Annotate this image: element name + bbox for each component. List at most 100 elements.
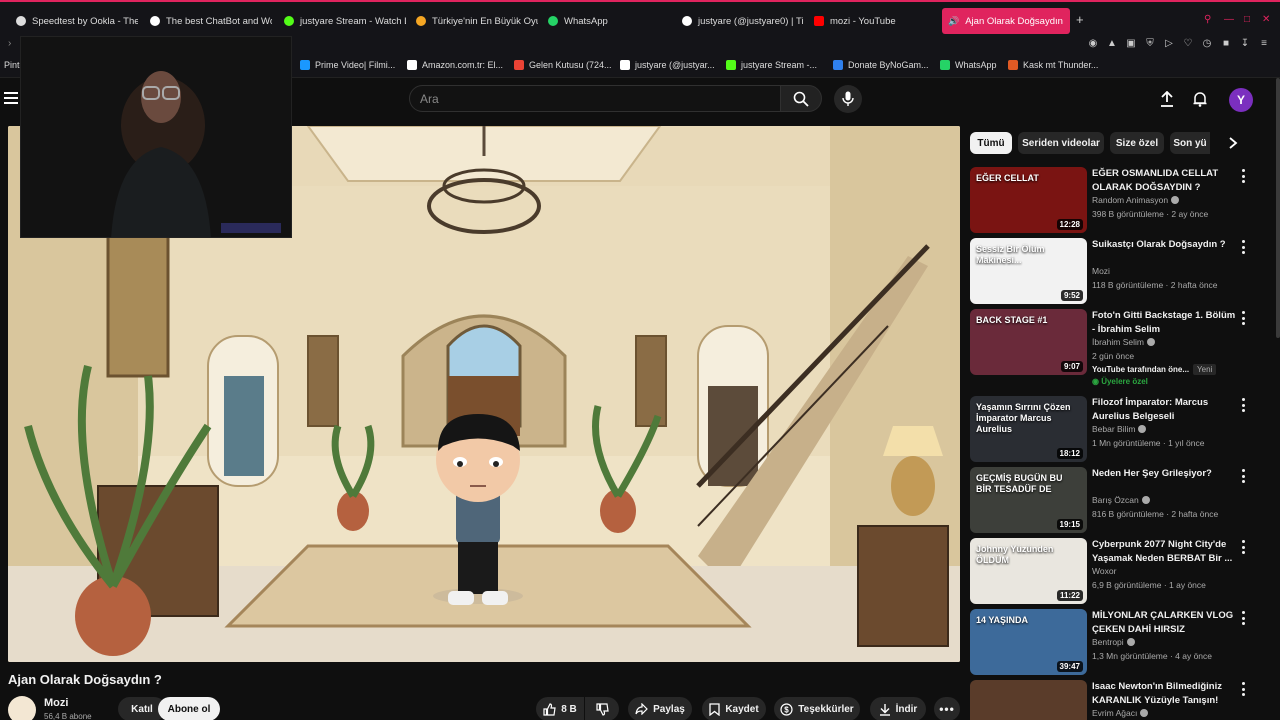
channel-name-row[interactable]: Random Animasyon <box>1092 195 1180 205</box>
more-vertical-icon[interactable] <box>1240 611 1246 625</box>
video-title[interactable]: Isaac Newton'ın Bilmediğiniz KARANLIK Yü… <box>1092 680 1240 708</box>
minimize-icon[interactable]: — <box>1224 14 1234 25</box>
tab-chatbot[interactable]: The best ChatBot and Wo <box>144 8 272 34</box>
tab-whatsapp[interactable]: WhatsApp <box>542 8 670 34</box>
recommendation-item[interactable]: BACK STAGE #1 9:07 Foto'n Gitti Backstage … <box>970 309 1260 386</box>
account-avatar[interactable]: Y <box>1229 88 1253 112</box>
dislike-button[interactable] <box>585 697 619 720</box>
shield-icon[interactable]: ⛨ <box>1144 38 1156 50</box>
video-title[interactable]: MİLYONLAR ÇALARKEN VLOG ÇEKEN DAHİ HIRSI… <box>1092 609 1240 637</box>
chip-series[interactable]: Seriden videolar <box>1018 132 1104 154</box>
video-title[interactable]: EĞER OSMANLIDA CELLAT OLARAK DOĞSAYDIN ? <box>1092 167 1240 195</box>
more-vertical-icon[interactable] <box>1240 240 1246 254</box>
pin-icon[interactable]: ▲ <box>1106 38 1118 50</box>
video-duration: 19:15 <box>1056 519 1083 530</box>
new-tab-button[interactable]: + <box>1076 12 1084 27</box>
tab-turkish-site[interactable]: Türkiye'nin En Büyük Oyu <box>410 8 538 34</box>
lock-icon[interactable]: ■ <box>1220 38 1232 50</box>
video-thumbnail[interactable]: Yaşamın Sırrını Çözen İmparator Marcus A… <box>970 396 1087 462</box>
upload-button[interactable] <box>1158 90 1176 108</box>
screenshot-icon[interactable]: ▣ <box>1125 38 1137 50</box>
back-icon[interactable]: › <box>8 38 11 49</box>
more-vertical-icon[interactable] <box>1240 540 1246 554</box>
vpn-icon[interactable]: ◉ <box>1087 38 1099 50</box>
video-title[interactable]: Foto'n Gitti Backstage 1. Bölüm - İbrahi… <box>1092 309 1240 337</box>
recommendation-item[interactable]: 14 YAŞINDA 39:47 MİLYONLAR ÇALARKEN VLOG Ç… <box>970 609 1260 675</box>
thanks-button[interactable]: $ Teşekkürler <box>774 697 860 720</box>
thumbnail-text: EĞER CELLAT <box>976 173 1039 183</box>
channel-name[interactable]: Mozi <box>44 697 68 709</box>
video-title[interactable]: Neden Her Şey Grileşiyor? <box>1092 467 1240 481</box>
bookmark-donate[interactable]: Donate ByNoGam... <box>833 60 929 70</box>
channel-name-row[interactable]: Evrim Ağacı <box>1092 708 1149 718</box>
more-actions-button[interactable]: ••• <box>934 697 960 720</box>
thumbnail-text: Yaşamın Sırrını Çözen İmparator Marcus A… <box>976 402 1071 434</box>
search-tabs-icon[interactable]: ⚲ <box>1204 14 1211 25</box>
close-icon[interactable]: ✕ <box>1262 14 1270 25</box>
bookmark-prime-video[interactable]: Prime Video| Filmi... <box>300 60 395 70</box>
hamburger-menu-icon[interactable] <box>4 92 18 104</box>
video-thumbnail[interactable]: BACK STAGE #1 9:07 <box>970 309 1087 375</box>
history-icon[interactable]: ◷ <box>1201 38 1213 50</box>
subscribe-button[interactable]: Abone ol <box>158 697 220 720</box>
chip-recent[interactable]: Son yü <box>1170 132 1210 154</box>
tab-current-video[interactable]: 🔊 Ajan Olarak Doğsaydın <box>942 8 1070 34</box>
video-thumbnail[interactable] <box>970 680 1087 720</box>
like-button[interactable]: 8 B <box>536 697 584 720</box>
menu-icon[interactable]: ≡ <box>1258 38 1270 50</box>
heart-icon[interactable]: ♡ <box>1182 38 1194 50</box>
browser-tab-bar: Speedtest by Ookla - The The best ChatBo… <box>0 0 1280 36</box>
recommendation-item[interactable]: Isaac Newton'ın Bilmediğiniz KARANLIK Yü… <box>970 680 1260 720</box>
chevron-right-icon[interactable] <box>1226 136 1240 150</box>
channel-name-row[interactable]: Barış Özcan <box>1092 495 1150 505</box>
download-icon[interactable]: ↧ <box>1239 38 1251 50</box>
video-title[interactable]: Filozof İmparator: Marcus Aurelius Belge… <box>1092 396 1240 424</box>
bookmark-amazon[interactable]: Amazon.com.tr: El... <box>407 60 503 70</box>
channel-avatar[interactable] <box>8 696 36 720</box>
chip-for-you[interactable]: Size özel <box>1110 132 1164 154</box>
recommendation-item[interactable]: Yaşamın Sırrını Çözen İmparator Marcus A… <box>970 396 1260 462</box>
video-title[interactable]: Suikastçı Olarak Doğsaydın ? <box>1092 238 1240 252</box>
bookmark-whatsapp[interactable]: WhatsApp <box>940 60 997 70</box>
maximize-icon[interactable]: □ <box>1244 14 1250 25</box>
video-thumbnail[interactable]: Sessiz Bir Ölüm Makinesi... 9:52 <box>970 238 1087 304</box>
channel-name-row[interactable]: İbrahim Selim <box>1092 337 1155 347</box>
chip-all[interactable]: Tümü <box>970 132 1012 154</box>
voice-search-button[interactable] <box>834 85 862 113</box>
more-vertical-icon[interactable] <box>1240 398 1246 412</box>
save-button[interactable]: Kaydet <box>702 697 766 720</box>
video-thumbnail[interactable]: Johnny Yüzünden ÖLDÜM 11:22 <box>970 538 1087 604</box>
scrollbar[interactable] <box>1276 78 1280 338</box>
notifications-button[interactable] <box>1191 90 1209 108</box>
tab-tiktok[interactable]: justyare (@justyare0) | Ti <box>676 8 804 34</box>
recommendation-item[interactable]: GEÇMİŞ BUGÜN BU BİR TESADÜF DE 19:15 Neden… <box>970 467 1260 533</box>
send-icon[interactable]: ▷ <box>1163 38 1175 50</box>
tab-speedtest[interactable]: Speedtest by Ookla - The <box>10 8 138 34</box>
more-vertical-icon[interactable] <box>1240 469 1246 483</box>
search-input[interactable]: Ara <box>409 85 781 112</box>
svg-text:$: $ <box>785 705 790 714</box>
download-button[interactable]: İndir <box>870 697 926 720</box>
more-vertical-icon[interactable] <box>1240 682 1246 696</box>
tab-youtube-mozi[interactable]: mozi - YouTube <box>808 8 936 34</box>
video-thumbnail[interactable]: EĞER CELLAT 12:28 <box>970 167 1087 233</box>
channel-name-row[interactable]: Mozi <box>1092 266 1110 276</box>
bookmark-gmail[interactable]: Gelen Kutusu (724... <box>514 60 612 70</box>
video-thumbnail[interactable]: 14 YAŞINDA 39:47 <box>970 609 1087 675</box>
more-vertical-icon[interactable] <box>1240 311 1246 325</box>
share-button[interactable]: Paylaş <box>628 697 692 720</box>
more-vertical-icon[interactable] <box>1240 169 1246 183</box>
recommendation-item[interactable]: Sessiz Bir Ölüm Makinesi... 9:52 Suikastçı… <box>970 238 1260 304</box>
recommendation-item[interactable]: Johnny Yüzünden ÖLDÜM 11:22 Cyberpunk 2077… <box>970 538 1260 604</box>
bookmark-kick[interactable]: justyare Stream -... <box>726 60 817 70</box>
bookmark-tiktok[interactable]: justyare (@justyar... <box>620 60 715 70</box>
channel-name-row[interactable]: Bentropi <box>1092 637 1135 647</box>
bookmark-thunder[interactable]: Kask mt Thunder... <box>1008 60 1098 70</box>
channel-name-row[interactable]: Woxor <box>1092 566 1116 576</box>
recommendation-item[interactable]: EĞER CELLAT 12:28 EĞER OSMANLIDA CELLAT OL… <box>970 167 1260 233</box>
channel-name-row[interactable]: Bebar Bilim <box>1092 424 1147 434</box>
search-button[interactable] <box>780 85 822 112</box>
video-title[interactable]: Cyberpunk 2077 Night City'de Yaşamak Ned… <box>1092 538 1240 566</box>
video-thumbnail[interactable]: GEÇMİŞ BUGÜN BU BİR TESADÜF DE 19:15 <box>970 467 1087 533</box>
tab-kick-stream[interactable]: justyare Stream - Watch L <box>278 8 406 34</box>
